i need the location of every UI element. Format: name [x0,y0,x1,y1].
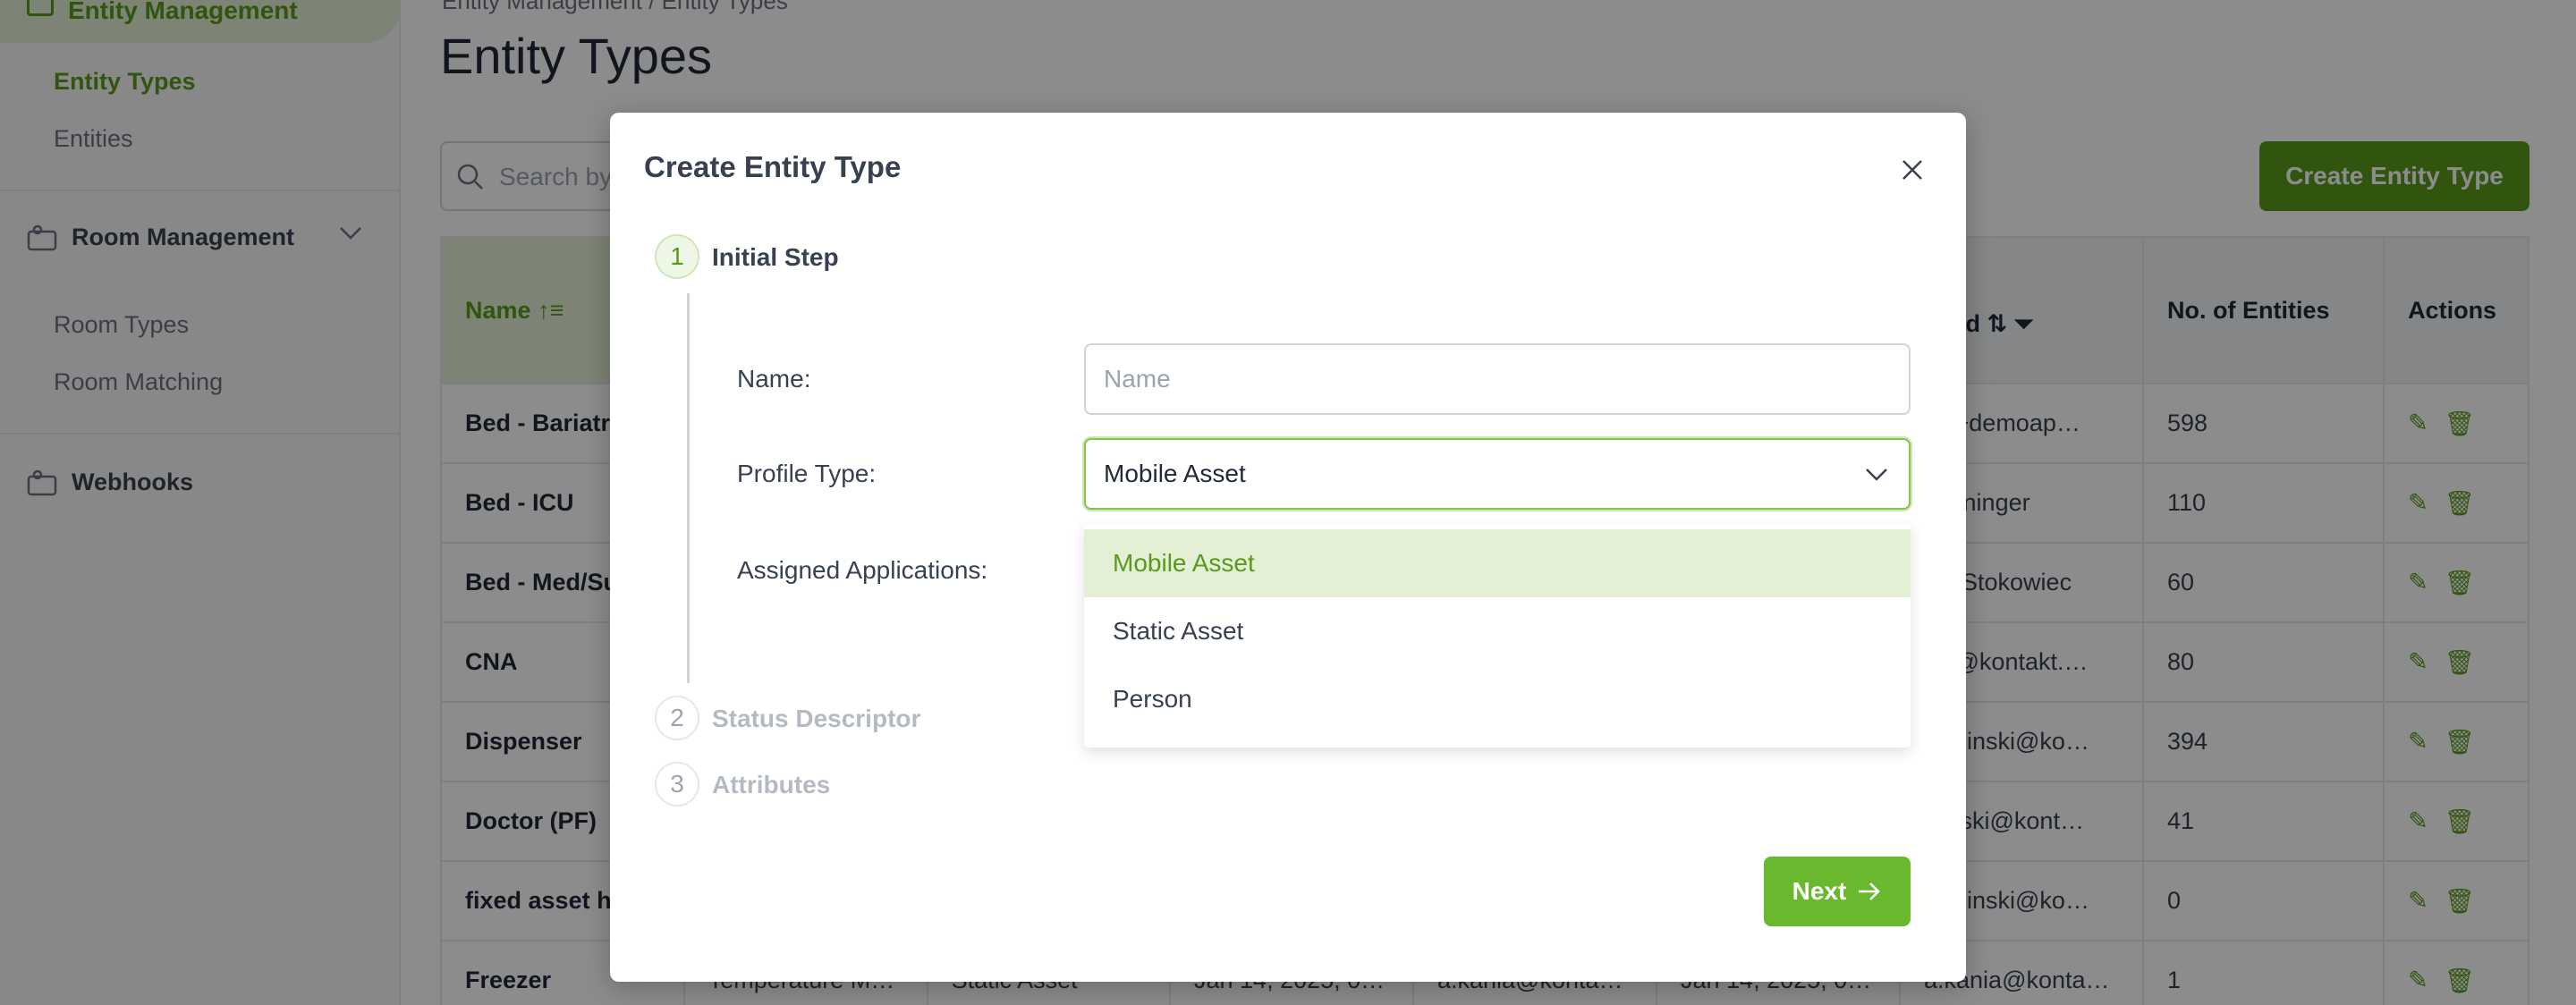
option-person[interactable]: Person [1084,665,1911,733]
profile-type-label: Profile Type: [737,460,877,487]
step-2-label: Status Descriptor [712,705,921,732]
option-static-asset[interactable]: Static Asset [1084,597,1911,665]
step-1-indicator: 1 [655,234,699,279]
step-1-label: Initial Step [712,243,839,271]
profile-type-select[interactable]: Mobile Asset [1084,438,1911,510]
assigned-applications-label: Assigned Applications: [737,556,988,584]
name-label: Name: [737,365,811,393]
next-label: Next [1792,877,1847,905]
step-3-indicator: 3 [655,762,699,807]
create-entity-type-dialog: Create Entity Type 1 Initial Step Name: … [610,113,1966,982]
chevron-down-icon [1866,469,1887,481]
profile-type-dropdown: Mobile Asset Static Asset Person [1084,524,1911,747]
step-connector [687,293,690,683]
option-mobile-asset[interactable]: Mobile Asset [1084,529,1911,597]
close-icon [1902,160,1922,180]
close-button[interactable] [1894,152,1930,188]
step-3-label: Attributes [712,771,831,798]
arrow-right-icon [1859,883,1881,900]
name-input[interactable]: Name [1084,343,1911,415]
profile-type-value: Mobile Asset [1104,460,1246,487]
step-2-indicator: 2 [655,696,699,740]
name-placeholder: Name [1104,365,1171,393]
modal-title: Create Entity Type [644,150,902,183]
next-button[interactable]: Next [1764,857,1911,926]
